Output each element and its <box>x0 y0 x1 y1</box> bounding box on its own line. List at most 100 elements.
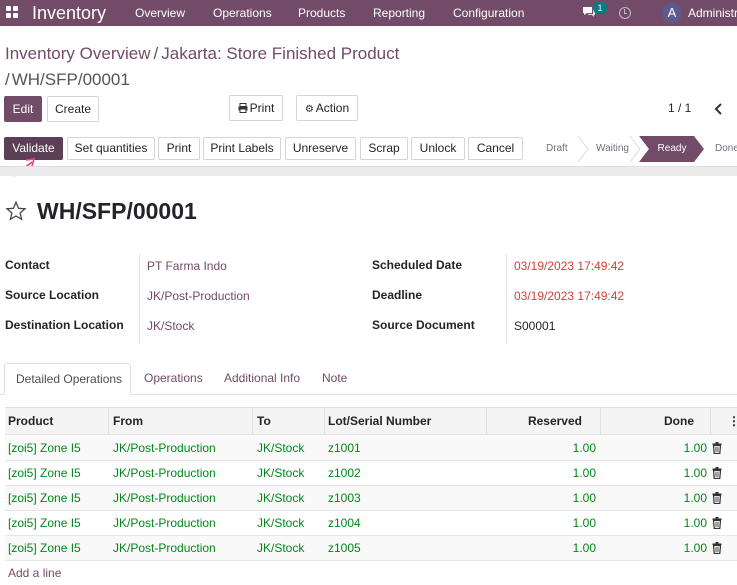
stage-draft[interactable]: Draft <box>546 136 568 162</box>
cell-from[interactable]: JK/Post-Production <box>113 441 216 455</box>
source-location-value[interactable]: JK/Post-Production <box>147 289 250 303</box>
table-row[interactable]: [zoi5] Zone I5 JK/Post-Production JK/Stock… <box>5 536 737 561</box>
user-name[interactable]: Administrator <box>688 6 737 20</box>
cell-to[interactable]: JK/Stock <box>257 541 304 555</box>
stage-waiting[interactable]: Waiting <box>596 136 629 162</box>
cell-product[interactable]: [zoi5] Zone I5 <box>8 491 81 505</box>
cell-from[interactable]: JK/Post-Production <box>113 516 216 530</box>
cell-product[interactable]: [zoi5] Zone I5 <box>8 516 81 530</box>
cell-to[interactable]: JK/Stock <box>257 441 304 455</box>
scrap-button[interactable]: Scrap <box>360 137 408 160</box>
source-document-value[interactable]: S00001 <box>514 319 555 333</box>
column-done[interactable]: Done <box>605 414 694 428</box>
avatar[interactable]: A <box>662 3 682 23</box>
column-product[interactable]: Product <box>8 414 53 428</box>
field-divider <box>139 254 140 344</box>
cell-reserved[interactable]: 1.00 <box>492 541 596 555</box>
trash-icon[interactable] <box>712 492 722 504</box>
cell-lot[interactable]: z1003 <box>328 491 361 505</box>
cell-to[interactable]: JK/Stock <box>257 491 304 505</box>
column-divider <box>486 408 487 435</box>
table-row[interactable]: [zoi5] Zone I5 JK/Post-Production JK/Stock… <box>5 436 737 461</box>
chat-count-badge: 1 <box>593 2 607 14</box>
column-to[interactable]: To <box>257 414 271 428</box>
menu-operations[interactable]: Operations <box>213 6 272 20</box>
cell-reserved[interactable]: 1.00 <box>492 441 596 455</box>
app-title[interactable]: Inventory <box>32 2 106 24</box>
trash-icon[interactable] <box>712 542 722 554</box>
table-row[interactable]: [zoi5] Zone I5 JK/Post-Production JK/Stock… <box>5 461 737 486</box>
menu-products[interactable]: Products <box>298 6 345 20</box>
trash-icon[interactable] <box>712 467 722 479</box>
column-divider <box>252 408 253 435</box>
column-lot-serial[interactable]: Lot/Serial Number <box>328 414 431 428</box>
breadcrumb-current-line: / WH/SFP/00001 <box>5 70 130 90</box>
stage-ready[interactable]: Ready <box>639 136 705 162</box>
edit-button[interactable]: Edit <box>4 96 42 122</box>
star-icon[interactable] <box>5 200 27 222</box>
cell-product[interactable]: [zoi5] Zone I5 <box>8 466 81 480</box>
breadcrumb-section[interactable]: Jakarta: Store Finished Product <box>161 44 399 63</box>
cell-lot[interactable]: z1004 <box>328 516 361 530</box>
cell-to[interactable]: JK/Stock <box>257 516 304 530</box>
apps-menu-icon[interactable] <box>6 6 19 19</box>
action-dropdown[interactable]: ⚙ Action <box>296 95 358 121</box>
breadcrumb: Inventory Overview / Jakarta: Store Finish… <box>5 44 399 64</box>
cell-product[interactable]: [zoi5] Zone I5 <box>8 541 81 555</box>
cell-reserved[interactable]: 1.00 <box>492 491 596 505</box>
tab-operations[interactable]: Operations <box>144 371 203 385</box>
activity-clock-icon[interactable] <box>619 7 631 19</box>
column-divider <box>108 408 109 435</box>
unreserve-button[interactable]: Unreserve <box>285 137 356 160</box>
table-row[interactable]: [zoi5] Zone I5 JK/Post-Production JK/Stock… <box>5 511 737 536</box>
cell-done[interactable]: 1.00 <box>605 516 707 530</box>
cell-reserved[interactable]: 1.00 <box>492 466 596 480</box>
tab-additional-info[interactable]: Additional Info <box>224 371 300 385</box>
stage-done[interactable]: Done <box>715 136 737 162</box>
cell-from[interactable]: JK/Post-Production <box>113 466 216 480</box>
column-from[interactable]: From <box>113 414 143 428</box>
trash-icon[interactable] <box>712 517 722 529</box>
print-labels-button[interactable]: Print Labels <box>203 137 281 160</box>
column-reserved[interactable]: Reserved <box>492 414 582 428</box>
table-row[interactable]: [zoi5] Zone I5 JK/Post-Production JK/Stock… <box>5 486 737 511</box>
print-dropdown[interactable]: Print <box>229 95 283 121</box>
tab-detailed-operations[interactable]: Detailed Operations <box>4 363 131 395</box>
create-button[interactable]: Create <box>47 96 99 122</box>
chevron-left-icon[interactable] <box>713 102 723 116</box>
destination-location-label: Destination Location <box>5 318 124 332</box>
breadcrumb-separator: / <box>5 70 10 89</box>
set-quantities-button[interactable]: Set quantities <box>67 137 155 160</box>
cell-from[interactable]: JK/Post-Production <box>113 541 216 555</box>
deadline-value[interactable]: 03/19/2023 17:49:42 <box>514 289 624 303</box>
cell-done[interactable]: 1.00 <box>605 466 707 480</box>
contact-value[interactable]: PT Farma Indo <box>147 259 227 273</box>
column-options-icon[interactable]: ⋮ <box>728 414 737 428</box>
cell-from[interactable]: JK/Post-Production <box>113 491 216 505</box>
destination-location-value[interactable]: JK/Stock <box>147 319 194 333</box>
cancel-button[interactable]: Cancel <box>468 137 523 160</box>
breadcrumb-parent[interactable]: Inventory Overview <box>5 44 151 63</box>
action-label: Action <box>315 101 350 115</box>
pager-value[interactable]: 1 / 1 <box>668 101 691 115</box>
menu-overview[interactable]: Overview <box>135 6 185 20</box>
column-divider <box>710 408 711 435</box>
print-button[interactable]: Print <box>158 137 200 160</box>
menu-reporting[interactable]: Reporting <box>373 6 425 20</box>
unlock-button[interactable]: Unlock <box>411 137 465 160</box>
cell-reserved[interactable]: 1.00 <box>492 516 596 530</box>
cell-lot[interactable]: z1005 <box>328 541 361 555</box>
tab-note[interactable]: Note <box>322 371 347 385</box>
trash-icon[interactable] <box>712 442 722 454</box>
cell-lot[interactable]: z1001 <box>328 441 361 455</box>
add-line-link[interactable]: Add a line <box>8 566 61 580</box>
cell-to[interactable]: JK/Stock <box>257 466 304 480</box>
menu-configuration[interactable]: Configuration <box>453 6 524 20</box>
scheduled-date-value[interactable]: 03/19/2023 17:49:42 <box>514 259 624 273</box>
print-label: Print <box>249 101 275 115</box>
cell-done[interactable]: 1.00 <box>605 491 707 505</box>
cell-done[interactable]: 1.00 <box>605 441 707 455</box>
cell-lot[interactable]: z1002 <box>328 466 361 480</box>
cell-done[interactable]: 1.00 <box>605 541 707 555</box>
cell-product[interactable]: [zoi5] Zone I5 <box>8 441 81 455</box>
